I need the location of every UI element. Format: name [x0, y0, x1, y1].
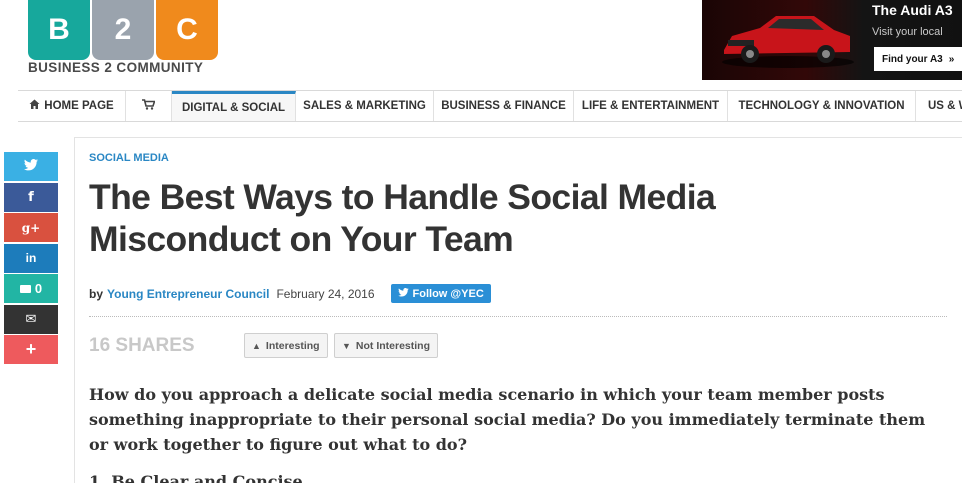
double-chevron-right-icon: » — [948, 53, 955, 65]
comment-count: 0 — [34, 281, 43, 296]
nav-item-home[interactable]: HOME PAGE — [18, 91, 126, 121]
facebook-icon: f — [28, 189, 34, 205]
ad-subtitle: Visit your local — [872, 26, 943, 38]
comments-button[interactable]: 0 — [4, 274, 58, 303]
social-share-bar: f g+ in 0 ✉ + — [4, 152, 58, 366]
nav-home-label: HOME PAGE — [44, 100, 114, 112]
twitter-follow-button[interactable]: Follow @YEC — [390, 284, 491, 303]
not-interesting-label: Not Interesting — [355, 339, 431, 352]
article-category-link[interactable]: SOCIAL MEDIA — [89, 152, 169, 164]
cart-icon — [142, 99, 156, 113]
interesting-label: Interesting — [265, 339, 320, 352]
ad-button-label: Find your A3 — [882, 53, 943, 65]
nav-item-cart[interactable] — [126, 91, 172, 121]
twitter-icon — [24, 159, 38, 174]
nav-item-sales-marketing[interactable]: SALES & MARKETING — [296, 91, 434, 121]
share-twitter-button[interactable] — [4, 152, 58, 181]
logo-piece-2: 2 — [92, 0, 154, 60]
share-more-button[interactable]: + — [4, 335, 58, 364]
publish-date: February 24, 2016 — [276, 286, 375, 301]
logo-text: BUSINESS 2 COMMUNITY — [28, 60, 204, 75]
triangle-down-icon: ▼ — [342, 340, 351, 351]
article-byline: by Young Entrepreneur Council February 2… — [89, 284, 491, 303]
car-image — [722, 16, 854, 68]
not-interesting-button[interactable]: ▼ Not Interesting — [334, 333, 439, 358]
twitter-bird-icon — [397, 287, 409, 300]
share-email-button[interactable]: ✉ — [4, 304, 58, 334]
interesting-button[interactable]: ▲ Interesting — [244, 333, 328, 358]
audi-ad-banner[interactable]: The Audi A3 Visit your local Find your A… — [702, 0, 962, 80]
logo-piece-c: C — [156, 0, 218, 60]
article-list-item: 1. Be Clear and Concise — [89, 472, 303, 483]
logo-piece-b: B — [28, 0, 90, 60]
find-your-a3-button[interactable]: Find your A3 » — [874, 47, 962, 71]
email-icon: ✉ — [25, 311, 37, 327]
comment-icon — [19, 284, 31, 293]
main-nav: HOME PAGE DIGITAL & SOCIAL SALES & MARKE… — [18, 90, 962, 122]
share-count: 16 SHARES — [89, 335, 195, 356]
plus-icon: + — [25, 339, 37, 359]
share-google-plus-button[interactable]: g+ — [4, 213, 58, 242]
divider — [89, 316, 947, 317]
article-title: The Best Ways to Handle Social Media Mis… — [89, 177, 716, 260]
author-link[interactable]: Young Entrepreneur Council — [107, 287, 269, 301]
ad-title: The Audi A3 — [872, 2, 953, 18]
site-logo[interactable]: B 2 C BUSINESS 2 COMMUNITY — [28, 0, 220, 78]
nav-item-us-world[interactable]: US & W — [916, 91, 962, 121]
share-linkedin-button[interactable]: in — [4, 243, 58, 273]
article-intro: How do you approach a delicate social me… — [89, 385, 926, 454]
nav-item-technology-innovation[interactable]: TECHNOLOGY & INNOVATION — [728, 91, 916, 121]
nav-item-digital-social[interactable]: DIGITAL & SOCIAL — [172, 91, 296, 121]
byline-by: by — [89, 286, 104, 301]
nav-item-life-entertainment[interactable]: LIFE & ENTERTAINMENT — [574, 91, 728, 121]
triangle-up-icon: ▲ — [252, 340, 261, 351]
follow-label: Follow @YEC — [412, 287, 484, 300]
google-plus-icon: g+ — [21, 220, 41, 235]
nav-item-business-finance[interactable]: BUSINESS & FINANCE — [434, 91, 574, 121]
linkedin-icon: in — [25, 251, 37, 265]
home-icon — [29, 99, 40, 113]
share-facebook-button[interactable]: f — [4, 182, 58, 212]
